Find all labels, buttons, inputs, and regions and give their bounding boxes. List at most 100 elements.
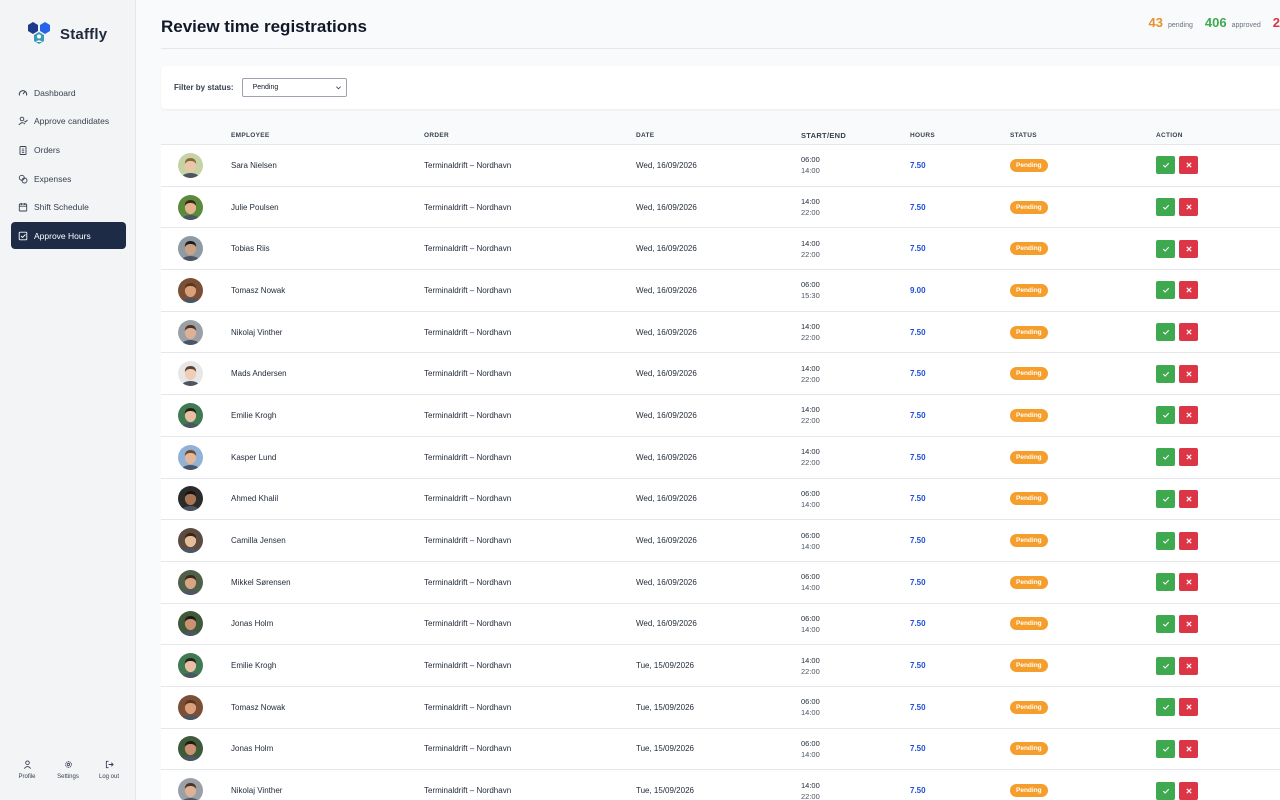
order-name: Terminaldrift – Nordhavn bbox=[424, 244, 512, 254]
logout-button[interactable]: Log out bbox=[90, 760, 128, 780]
order-name: Terminaldrift – Nordhavn bbox=[424, 369, 512, 379]
reject-button[interactable] bbox=[1179, 614, 1198, 633]
approve-button[interactable] bbox=[1156, 781, 1175, 800]
hours-value: 7.50 bbox=[910, 244, 926, 254]
app-logo[interactable]: Staffly bbox=[26, 20, 107, 48]
order-name: Terminaldrift – Nordhavn bbox=[424, 202, 512, 212]
approve-button[interactable] bbox=[1156, 614, 1175, 633]
avatar bbox=[178, 152, 203, 178]
approve-button[interactable] bbox=[1156, 239, 1175, 258]
approve-button[interactable] bbox=[1156, 323, 1175, 342]
reject-button[interactable] bbox=[1179, 156, 1198, 175]
app-name: Staffly bbox=[60, 25, 108, 43]
sidebar-item-approve-candidates[interactable]: Approve candidates bbox=[11, 108, 126, 135]
sidebar-item-expenses[interactable]: Expenses bbox=[11, 165, 126, 192]
approve-button[interactable] bbox=[1156, 281, 1175, 300]
status-badge: Pending bbox=[1010, 283, 1048, 297]
check-icon bbox=[1162, 454, 1169, 460]
reject-button[interactable] bbox=[1179, 781, 1198, 800]
start-time: 06:00 bbox=[801, 155, 820, 165]
end-time: 14:00 bbox=[801, 541, 820, 551]
order-name: Terminaldrift – Nordhavn bbox=[424, 786, 512, 796]
hours-value: 7.50 bbox=[910, 702, 926, 712]
sidebar-item-orders[interactable]: Orders bbox=[11, 136, 126, 163]
employee-name: Ahmed Khalil bbox=[231, 494, 279, 504]
approve-button[interactable] bbox=[1156, 739, 1175, 758]
main-content: Review time registrations 43 pending 406 ap… bbox=[136, 0, 1280, 800]
start-time: 14:00 bbox=[801, 655, 820, 665]
approve-button[interactable] bbox=[1156, 448, 1175, 467]
approve-button[interactable] bbox=[1156, 198, 1175, 217]
approve-button[interactable] bbox=[1156, 656, 1175, 675]
start-time: 14:00 bbox=[801, 447, 820, 457]
avatar-cell bbox=[161, 194, 231, 220]
date-column-header: DATE bbox=[636, 131, 655, 139]
employee-name: Mads Andersen bbox=[231, 369, 287, 379]
status-cell: Pending bbox=[1010, 200, 1156, 214]
close-icon bbox=[1185, 287, 1192, 293]
reject-button[interactable] bbox=[1179, 448, 1198, 467]
end-time: 15:30 bbox=[801, 291, 820, 301]
action-cell bbox=[1156, 656, 1276, 675]
check-icon bbox=[1162, 705, 1169, 711]
approve-button[interactable] bbox=[1156, 531, 1175, 550]
action-cell bbox=[1156, 531, 1276, 550]
reject-button[interactable] bbox=[1179, 489, 1198, 508]
profile-button[interactable]: Profile bbox=[8, 760, 46, 780]
avatar bbox=[178, 694, 203, 720]
employee-name: Emilie Krogh bbox=[231, 661, 277, 671]
avatar-cell bbox=[161, 486, 231, 512]
approve-button[interactable] bbox=[1156, 698, 1175, 717]
reject-button[interactable] bbox=[1179, 698, 1198, 717]
table-row: Kasper Lund Terminaldrift – Nordhavn Wed, … bbox=[161, 437, 1280, 479]
registration-date: Wed, 16/09/2026 bbox=[636, 536, 697, 546]
reject-button[interactable] bbox=[1179, 406, 1198, 425]
reject-button[interactable] bbox=[1179, 198, 1198, 217]
reject-button[interactable] bbox=[1179, 573, 1198, 592]
coins-icon bbox=[18, 174, 28, 184]
approve-button[interactable] bbox=[1156, 573, 1175, 592]
status-filter-select[interactable]: Pending bbox=[241, 78, 347, 97]
status-column-header: STATUS bbox=[1010, 131, 1037, 139]
stat-count: 406 bbox=[1204, 15, 1227, 30]
order-name: Terminaldrift – Nordhavn bbox=[424, 702, 512, 712]
action-cell bbox=[1156, 781, 1276, 800]
profile-icon bbox=[23, 760, 31, 769]
reject-button[interactable] bbox=[1179, 323, 1198, 342]
end-time: 22:00 bbox=[801, 458, 820, 468]
gear-icon bbox=[64, 761, 72, 768]
end-time: 22:00 bbox=[801, 333, 820, 343]
status-badge: Pending bbox=[1010, 450, 1048, 464]
registration-date: Wed, 16/09/2026 bbox=[636, 160, 697, 170]
sidebar-item-dashboard[interactable]: Dashboard bbox=[11, 79, 126, 106]
avatar-cell bbox=[161, 528, 231, 554]
close-icon bbox=[1185, 496, 1192, 502]
sidebar-item-approve-hours[interactable]: Approve Hours bbox=[11, 222, 126, 250]
reject-button[interactable] bbox=[1179, 239, 1198, 258]
approve-button[interactable] bbox=[1156, 156, 1175, 175]
status-badge: Pending bbox=[1010, 325, 1048, 339]
end-time: 22:00 bbox=[801, 249, 820, 259]
status-filter-value: Pending bbox=[252, 84, 279, 91]
employee-name: Emilie Krogh bbox=[231, 410, 277, 420]
reject-button[interactable] bbox=[1179, 656, 1198, 675]
approve-button[interactable] bbox=[1156, 489, 1175, 508]
gauge-icon bbox=[18, 88, 28, 98]
employee-column-header: EMPLOYEE bbox=[231, 131, 270, 139]
order-name: Terminaldrift – Nordhavn bbox=[424, 285, 512, 295]
reject-button[interactable] bbox=[1179, 531, 1198, 550]
reject-button[interactable] bbox=[1179, 364, 1198, 383]
end-time: 14:00 bbox=[801, 708, 820, 718]
hours-value: 7.50 bbox=[910, 369, 926, 379]
settings-button[interactable]: Settings bbox=[49, 760, 87, 780]
avatar bbox=[178, 194, 203, 220]
reject-button[interactable] bbox=[1179, 281, 1198, 300]
reject-button[interactable] bbox=[1179, 739, 1198, 758]
approve-button[interactable] bbox=[1156, 364, 1175, 383]
status-cell: Pending bbox=[1010, 575, 1156, 589]
start-time: 06:00 bbox=[801, 697, 820, 707]
sidebar-item-shift-schedule[interactable]: Shift Schedule bbox=[11, 194, 126, 221]
start-end-cell: 14:00 22:00 bbox=[801, 446, 910, 468]
logout-icon bbox=[105, 760, 114, 769]
approve-button[interactable] bbox=[1156, 406, 1175, 425]
